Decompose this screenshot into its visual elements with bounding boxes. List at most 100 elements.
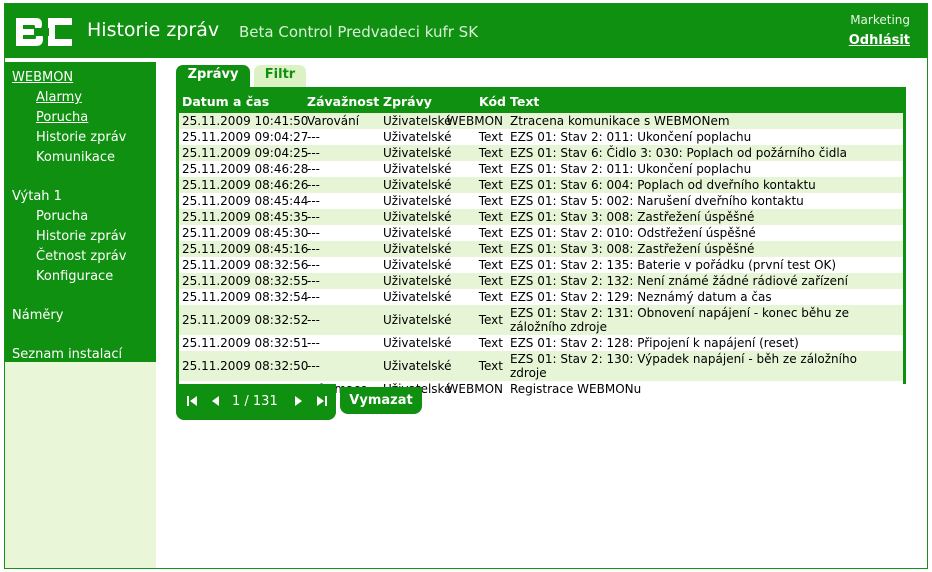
cell-text: EZS 01: Stav 2: 128: Připojení k napájen… [510, 336, 799, 350]
cell-date: 25.11.2009 08:32:55 [182, 274, 309, 288]
app-frame: Historie zpráv Beta Control Predvadeci k… [4, 3, 928, 569]
cell-text: EZS 01: Stav 6: 004: Poplach od dveřního… [510, 178, 816, 192]
cell-date: 25.11.2009 08:32:54 [182, 290, 309, 304]
cell-date: 25.11.2009 08:46:28 [182, 162, 309, 176]
cell-text: EZS 01: Stav 2: 132: Není známé žádné rá… [510, 274, 848, 288]
first-page-icon[interactable] [186, 395, 198, 410]
table-row[interactable]: 25.11.2009 08:45:30 --- Uživatelské Text EZS… [179, 225, 903, 241]
cell-code: Text [478, 210, 503, 224]
cell-severity: --- [307, 258, 320, 272]
table-row[interactable]: 25.11.2009 08:32:51 --- Uživatelské Text EZS… [179, 335, 903, 351]
cell-date: 25.11.2009 08:32:56 [182, 258, 309, 272]
cell-date: 25.11.2009 08:32:50 [182, 359, 309, 373]
cell-code: Text [478, 162, 503, 176]
sidebar-item-porucha[interactable]: Porucha [36, 110, 88, 125]
cell-code: Text [478, 336, 503, 350]
cell-severity: --- [307, 336, 320, 350]
table-row[interactable]: 25.11.2009 08:32:54 --- Uživatelské Text EZS… [179, 289, 903, 305]
cell-date: 25.11.2009 08:45:16 [182, 242, 309, 256]
cell-text: EZS 01: Stav 3: 008: Zastřežení úspěšné [510, 242, 755, 256]
cell-date: 25.11.2009 09:04:25 [182, 146, 309, 160]
sidebar-item-konfigurace[interactable]: Konfigurace [36, 269, 113, 284]
table-row[interactable]: 25.11.2009 08:46:28 --- Uživatelské Text EZS… [179, 161, 903, 177]
tab-zpravy[interactable]: Zprávy [176, 65, 250, 87]
sidebar-item-vytah-historie[interactable]: Historie zpráv [36, 229, 126, 244]
sidebar-section-namery[interactable]: Náměry [12, 308, 63, 323]
column-header-text[interactable]: Text [510, 94, 539, 109]
cell-date: 25.11.2009 09:04:27 [182, 130, 309, 144]
cell-code: Text [478, 290, 503, 304]
column-header-date[interactable]: Datum a čas [182, 94, 269, 109]
sidebar-nav: WEBMON Alarmy Porucha Historie zpráv Kom… [5, 62, 156, 362]
header-bar: Historie zpráv Beta Control Predvadeci k… [5, 4, 927, 58]
cell-severity: --- [307, 194, 320, 208]
cell-text: EZS 01: Stav 2: 011: Ukončení poplachu [510, 130, 752, 144]
logout-link[interactable]: Odhlásit [849, 33, 910, 48]
table-row[interactable]: 25.11.2009 09:04:25 --- Uživatelské Text EZS… [179, 145, 903, 161]
table-row[interactable]: 25.11.2009 08:32:56 --- Uživatelské Text EZS… [179, 257, 903, 273]
sidebar-item-cetnost-zprav[interactable]: Četnost zpráv [36, 249, 126, 264]
prev-page-icon[interactable] [210, 395, 220, 410]
table-row[interactable]: 25.11.2009 08:46:26 --- Uživatelské Text EZS… [179, 177, 903, 193]
cell-date: 25.11.2009 08:45:30 [182, 226, 309, 240]
cell-severity: --- [307, 226, 320, 240]
cell-code: WEBMON [446, 382, 503, 396]
cell-text: EZS 01: Stav 6: Čidlo 3: 030: Poplach od… [510, 146, 848, 160]
column-header-code[interactable]: Kód [479, 94, 506, 109]
cell-text: EZS 01: Stav 5: 002: Narušení dveřního k… [510, 194, 804, 208]
user-name: Marketing [850, 13, 910, 27]
last-page-icon[interactable] [316, 395, 328, 410]
cell-date: 25.11.2009 08:32:52 [182, 313, 309, 327]
cell-text: EZS 01: Stav 2: 135: Baterie v pořádku (… [510, 258, 837, 272]
messages-table: Datum a čas Závažnost Zprávy Kód Text 25… [176, 87, 906, 397]
sidebar-item-komunikace[interactable]: Komunikace [36, 150, 115, 165]
cell-code: Text [478, 359, 503, 373]
table-row[interactable]: 25.11.2009 08:32:52 --- Uživatelské Text EZS… [179, 305, 903, 335]
cell-code: Text [478, 313, 503, 327]
cell-code: Text [478, 242, 503, 256]
sidebar-section-seznam-instalaci[interactable]: Seznam instalací [12, 347, 122, 362]
page-title: Historie zpráv [87, 19, 220, 41]
sidebar-section-vytah[interactable]: Výtah 1 [12, 189, 62, 204]
cell-severity: --- [307, 210, 320, 224]
cell-severity: --- [307, 178, 320, 192]
table-row[interactable]: 25.11.2009 10:41:50 Varování Uživatelské WE… [179, 113, 903, 129]
cell-text: EZS 01: Stav 2: 010: Odstřežení úspěšné [510, 226, 756, 240]
column-header-severity[interactable]: Závažnost [307, 94, 379, 109]
cell-severity: Varování [307, 114, 360, 128]
cell-severity: --- [307, 359, 320, 373]
cell-code: Text [478, 146, 503, 160]
cell-severity: --- [307, 146, 320, 160]
cell-code: Text [478, 226, 503, 240]
cell-code: Text [478, 194, 503, 208]
cell-date: 25.11.2009 08:45:35 [182, 210, 309, 224]
cell-severity: --- [307, 290, 320, 304]
sidebar-item-alarmy[interactable]: Alarmy [36, 90, 82, 105]
column-header-type[interactable]: Zprávy [383, 94, 432, 109]
cell-text: EZS 01: Stav 2: 131: Obnovení napájení -… [510, 306, 849, 334]
table-row[interactable]: 25.11.2009 08:45:16 --- Uživatelské Text EZS… [179, 241, 903, 257]
cell-severity: --- [307, 274, 320, 288]
cell-date: 25.11.2009 08:46:26 [182, 178, 309, 192]
device-title: Beta Control Predvadeci kufr SK [239, 23, 479, 41]
delete-button[interactable]: Vymazat [340, 387, 422, 414]
table-row[interactable]: 25.11.2009 08:32:50 --- Uživatelské Text EZS… [179, 351, 903, 381]
pager: 1 / 131 [176, 384, 336, 420]
cell-text: EZS 01: Stav 3: 008: Zastřežení úspěšné [510, 210, 755, 224]
tab-filtr[interactable]: Filtr [254, 65, 306, 87]
page-indicator: 1 / 131 [232, 394, 278, 409]
sidebar-section-webmon[interactable]: WEBMON [12, 70, 73, 85]
bc-logo-icon [16, 18, 72, 46]
table-row[interactable]: 25.11.2009 08:45:35 --- Uživatelské Text EZS… [179, 209, 903, 225]
sidebar-item-historie-zprav[interactable]: Historie zpráv [36, 130, 126, 145]
sidebar-item-vytah-porucha[interactable]: Porucha [36, 209, 88, 224]
table-row[interactable]: 25.11.2009 09:04:27 --- Uživatelské Text EZS… [179, 129, 903, 145]
cell-date: 25.11.2009 08:45:44 [182, 194, 309, 208]
table-row[interactable]: 25.11.2009 08:32:55 --- Uživatelské Text EZS… [179, 273, 903, 289]
cell-text: EZS 01: Stav 2: 129: Neznámý datum a čas [510, 290, 772, 304]
cell-text: EZS 01: Stav 2: 011: Ukončení poplachu [510, 162, 752, 176]
table-row[interactable]: 25.11.2009 08:45:44 --- Uživatelské Text EZS… [179, 193, 903, 209]
next-page-icon[interactable] [294, 395, 304, 410]
cell-code: Text [478, 178, 503, 192]
table-body: 25.11.2009 10:41:50 Varování Uživatelské WE… [179, 113, 903, 397]
